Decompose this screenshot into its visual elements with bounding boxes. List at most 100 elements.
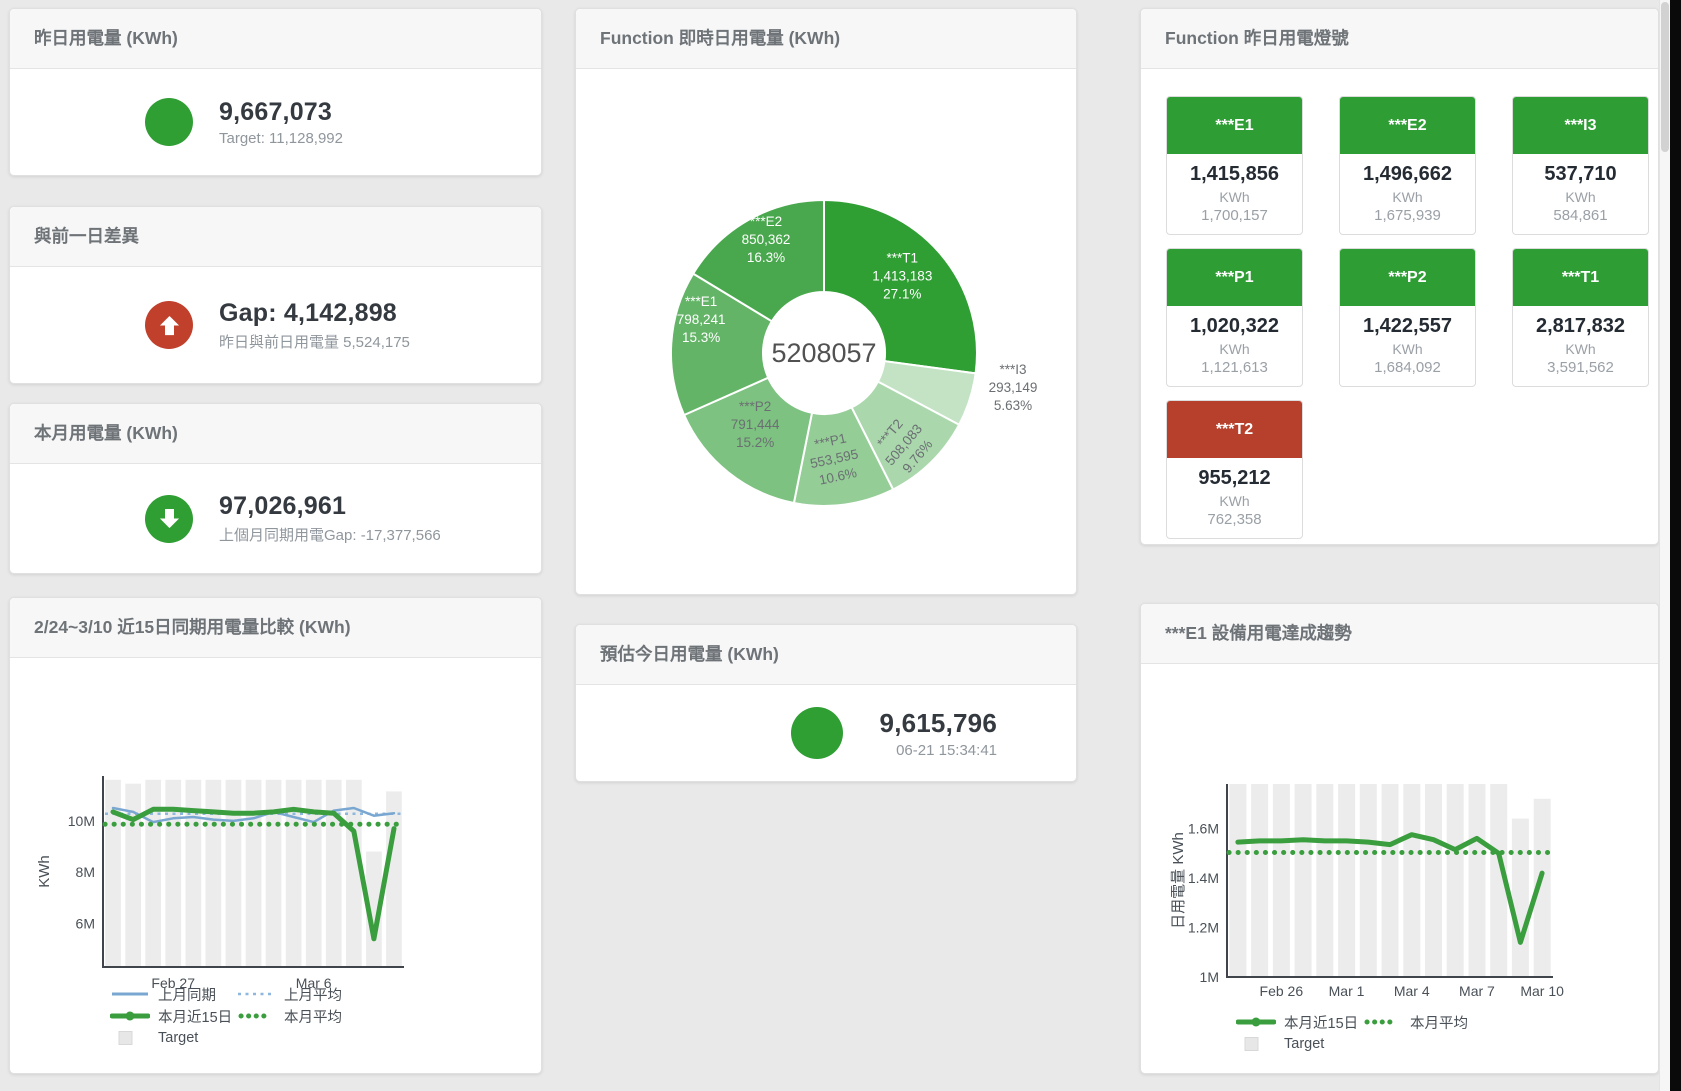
tile-status-header: ***P2 — [1340, 249, 1475, 306]
tile-target: 1,700,157 — [1167, 207, 1302, 224]
tile-unit: KWh — [1167, 341, 1302, 357]
x-tick-label: Mar 10 — [1520, 983, 1564, 999]
legend-item[interactable]: Target — [110, 1030, 236, 1046]
tile-status-header: ***I3 — [1513, 97, 1648, 154]
tile-target: 1,684,092 — [1340, 359, 1475, 376]
panel-title: ***E1 設備用電達成趨勢 — [1141, 604, 1658, 664]
status-tile-P1: ***P1 1,020,322 KWh 1,121,613 — [1166, 248, 1303, 387]
y-tick-label: 8M — [76, 864, 95, 880]
tile-status-header: ***E1 — [1167, 97, 1302, 154]
tile-unit: KWh — [1167, 189, 1302, 205]
status-tile-I3: ***I3537,710KWh584,861 — [1512, 96, 1649, 235]
status-circle-icon — [145, 98, 193, 146]
stat-value: 97,026,961 — [219, 492, 441, 521]
panel-status-lights: Function 昨日用電燈號 ***E11,415,856KWh1,700,1… — [1140, 8, 1659, 545]
y-tick-label: 10M — [68, 813, 95, 829]
panel-15day-compare-chart: 2/24~3/10 近15日同期用電量比較 (KWh) 6M8M10MFeb 2… — [9, 597, 542, 1074]
x-tick-label: Feb 26 — [1260, 983, 1304, 999]
y-tick-label: 1.6M — [1188, 821, 1219, 837]
tile-value: 1,020,322 — [1167, 315, 1302, 338]
legend-label: 上月同期 — [158, 984, 216, 1005]
legend-swatch-blue-line — [110, 987, 150, 1001]
x-tick-label: Mar 4 — [1394, 983, 1430, 999]
panel-estimate-today: 預估今日用電量 (KWh) 9,615,796 06-21 15:34:41 — [575, 624, 1077, 782]
target-bar — [1447, 784, 1464, 977]
target-bar — [1469, 784, 1486, 977]
target-bar — [226, 780, 242, 967]
target-bar — [1360, 784, 1377, 977]
target-bar — [1425, 784, 1442, 977]
y-tick-label: 1.4M — [1188, 870, 1219, 886]
stat-row: 97,026,961 上個月同期用電Gap: -17,377,566 — [145, 464, 541, 573]
legend-swatch-green-thick — [110, 1009, 150, 1023]
x-tick-label: Mar 7 — [1459, 983, 1495, 999]
legend-label: 本月近15日 — [1284, 1012, 1358, 1033]
panel-title: 昨日用電量 (KWh) — [10, 9, 541, 69]
panel-prev-day-gap: 與前一日差異 Gap: 4,142,898 昨日與前日用電量 5,524,175 — [9, 206, 542, 384]
legend-item[interactable]: 本月平均 — [236, 1006, 362, 1027]
tile-target: 1,121,613 — [1167, 359, 1302, 376]
legend-item[interactable]: 本月平均 — [1362, 1012, 1488, 1033]
y-tick-label: 6M — [76, 915, 95, 931]
tile-target: 762,358 — [1167, 511, 1302, 528]
status-tile-P2: ***P2 1,422,557 KWh 1,684,092 — [1339, 248, 1476, 387]
screen-edge-strip — [1670, 0, 1681, 1091]
target-bar — [1251, 784, 1268, 977]
compare-chart-legend: 上月同期上月平均本月近15日 本月平均 Target — [110, 983, 362, 1049]
legend-label: Target — [158, 1030, 198, 1046]
panel-e1-trend-chart: ***E1 設備用電達成趨勢 1M1.2M1.4M1.6MFeb 26Mar 1… — [1140, 603, 1659, 1074]
tile-target: 3,591,562 — [1513, 359, 1648, 376]
tile-status-header: ***E2 — [1340, 97, 1475, 154]
legend-label: Target — [1284, 1036, 1324, 1052]
target-bar — [1229, 784, 1246, 977]
target-bar — [266, 780, 282, 967]
tile-value: 1,422,557 — [1340, 315, 1475, 338]
legend-swatch-green-dots — [1362, 1015, 1402, 1029]
panel-title: 預估今日用電量 (KWh) — [576, 625, 1076, 685]
target-bar — [1512, 819, 1529, 977]
status-tile-E2: ***E21,496,662KWh1,675,939 — [1339, 96, 1476, 235]
panel-realtime-donut: Function 即時日用電量 (KWh) ***T11,413,18327.1… — [575, 8, 1077, 595]
panel-yesterday-usage: 昨日用電量 (KWh) 9,667,073 Target: 11,128,992 — [9, 8, 542, 176]
arrow-down-icon — [145, 495, 193, 543]
stat-row: 9,615,796 06-21 15:34:41 — [791, 685, 1076, 781]
target-bar — [306, 780, 322, 967]
vertical-scrollbar[interactable] — [1659, 0, 1670, 1091]
tile-status-header: ***T1 — [1513, 249, 1648, 306]
legend-swatch-gray-box — [110, 1031, 150, 1045]
target-bar — [246, 780, 262, 967]
x-tick-label: Mar 1 — [1329, 983, 1365, 999]
tile-unit: KWh — [1167, 493, 1302, 509]
target-bar — [1295, 784, 1312, 977]
y-tick-label: 1M — [1200, 969, 1219, 985]
tile-status-header: ***T2 — [1167, 401, 1302, 458]
tile-unit: KWh — [1513, 341, 1648, 357]
panel-title: 本月用電量 (KWh) — [10, 404, 541, 464]
scrollbar-thumb[interactable] — [1661, 2, 1669, 152]
status-tile-E1: ***E1 1,415,856 KWh 1,700,157 — [1166, 96, 1303, 235]
stat-value: 9,615,796 — [869, 708, 997, 739]
legend-item[interactable]: 本月近15日 — [110, 1006, 236, 1027]
tile-unit: KWh — [1340, 341, 1475, 357]
tile-value: 2,817,832 — [1513, 315, 1648, 338]
legend-label: 本月平均 — [284, 1006, 342, 1027]
donut-slice-label: ***I3293,1495.63% — [989, 362, 1038, 413]
legend-label: 本月平均 — [1410, 1012, 1468, 1033]
stat-subtext: 昨日與前日用電量 5,524,175 — [219, 331, 410, 352]
stat-value: 9,667,073 — [219, 98, 343, 127]
tile-target: 584,861 — [1513, 207, 1648, 224]
legend-swatch-green-thick — [1236, 1015, 1276, 1029]
trend-chart-legend: 本月近15日 本月平均 Target — [1236, 1011, 1488, 1055]
legend-item[interactable]: 上月同期 — [110, 984, 236, 1005]
stat-timestamp: 06-21 15:34:41 — [869, 742, 997, 759]
y-axis-title: 日用電量 KWh — [1170, 832, 1187, 929]
tile-unit: KWh — [1513, 189, 1648, 205]
target-bar — [1403, 784, 1420, 977]
realtime-donut-chart: ***T11,413,18327.1%***I3293,1495.63%***T… — [576, 68, 1076, 594]
target-bar — [386, 791, 402, 967]
tile-status-header: ***P1 — [1167, 249, 1302, 306]
tile-value: 1,415,856 — [1167, 163, 1302, 186]
legend-item[interactable]: 上月平均 — [236, 984, 362, 1005]
legend-item[interactable]: 本月近15日 — [1236, 1012, 1362, 1033]
legend-item[interactable]: Target — [1236, 1036, 1362, 1052]
